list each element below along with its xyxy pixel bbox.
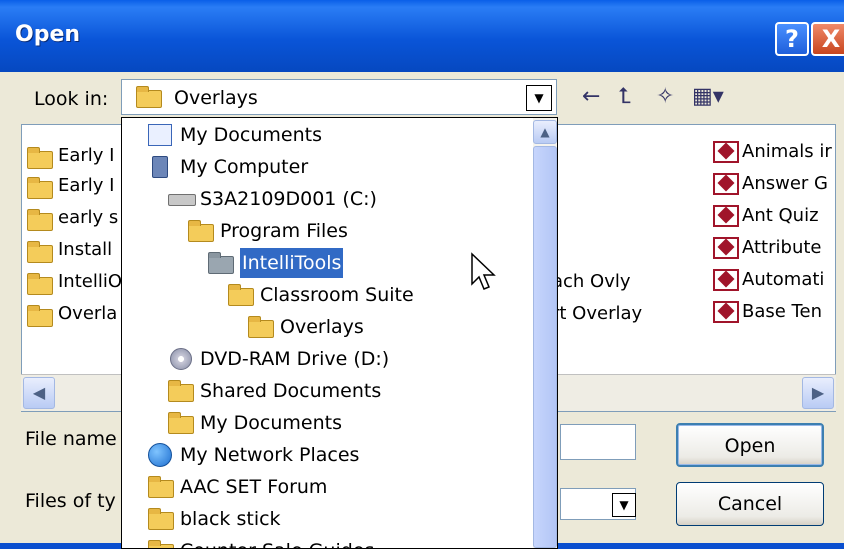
folder-icon — [27, 147, 53, 169]
close-button[interactable]: X — [811, 22, 844, 56]
dropdown-item-label: My Documents — [200, 412, 343, 434]
dropdown-item-label: My Documents — [180, 124, 323, 146]
dropdown-item-label: AAC SET Forum — [180, 476, 328, 498]
look-in-label: Look in: — [34, 88, 109, 110]
scroll-up-button[interactable]: ▲ — [533, 120, 557, 144]
up-folder-icon[interactable]: ⮤ — [618, 84, 631, 109]
list-item[interactable]: Early I — [58, 145, 115, 166]
folder-icon — [27, 241, 53, 263]
new-folder-icon[interactable]: ✧ — [656, 84, 674, 109]
list-item[interactable]: Automati — [742, 269, 824, 290]
list-item[interactable]: Early I — [58, 175, 115, 196]
dropdown-item-label: black stick — [180, 508, 281, 530]
folder-icon — [168, 412, 194, 434]
scroll-thumb[interactable] — [533, 146, 557, 548]
overlay-file-icon — [713, 301, 739, 323]
list-item[interactable]: rt Overlay — [552, 303, 642, 324]
mouse-cursor-icon — [471, 252, 496, 290]
window-title: Open — [15, 22, 81, 47]
list-item[interactable]: Attribute — [742, 237, 821, 258]
list-item[interactable]: Install — [58, 239, 112, 260]
dropdown-scrollbar[interactable]: ▲ — [533, 118, 557, 548]
hard-drive-icon — [168, 194, 196, 206]
list-item[interactable]: ach Ovly — [552, 271, 631, 292]
folder-icon — [27, 209, 53, 231]
dropdown-item-label: My Network Places — [180, 444, 360, 466]
overlay-file-icon — [713, 173, 739, 195]
overlay-file-icon — [713, 237, 739, 259]
folder-icon — [136, 86, 162, 108]
dropdown-item-label: Overlays — [280, 316, 364, 338]
view-menu-icon[interactable]: ▦▾ — [692, 84, 724, 109]
title-bar: Open ? X — [0, 0, 844, 72]
folder-icon — [228, 284, 254, 306]
dropdown-item-label: My Computer — [180, 156, 309, 178]
dropdown-item-label: IntelliTools — [238, 247, 345, 279]
folder-icon — [27, 305, 53, 327]
folder-icon — [248, 316, 274, 338]
list-item[interactable]: early s — [58, 207, 118, 228]
folder-icon — [27, 273, 53, 295]
computer-icon — [152, 156, 168, 178]
overlay-file-icon — [713, 205, 739, 227]
list-item[interactable]: Base Ten — [742, 301, 822, 322]
folder-icon — [148, 508, 174, 530]
folder-icon — [208, 252, 234, 274]
overlay-file-icon — [713, 141, 739, 163]
folder-icon — [27, 177, 53, 199]
folder-icon — [148, 476, 174, 498]
look-in-dropdown-list[interactable]: My Documents My Computer S3A2109D001 (C:… — [121, 117, 558, 549]
folder-icon — [148, 540, 174, 548]
network-icon — [148, 443, 172, 467]
dropdown-item-label: Classroom Suite — [260, 284, 414, 306]
look-in-value: Overlays — [174, 87, 258, 109]
scroll-right-button[interactable]: ▶ — [802, 377, 834, 409]
overlay-file-icon — [713, 269, 739, 291]
files-of-type-label: Files of ty — [25, 490, 116, 512]
look-in-combo[interactable]: Overlays — [121, 79, 557, 115]
look-in-dropdown-arrow[interactable]: ▼ — [526, 85, 552, 111]
list-item[interactable]: Overla — [58, 303, 117, 324]
dropdown-item-label: Counter Sale Guides — [180, 536, 374, 548]
file-name-label: File name — [25, 428, 117, 450]
dropdown-item-label: DVD-RAM Drive (D:) — [200, 348, 390, 370]
list-item[interactable]: IntelliO — [58, 271, 122, 292]
cancel-button[interactable]: Cancel — [676, 482, 824, 526]
my-documents-icon — [148, 124, 172, 146]
files-of-type-dropdown-arrow[interactable]: ▼ — [612, 493, 636, 517]
dropdown-item-label: Program Files — [220, 220, 348, 242]
list-item[interactable]: Animals ir — [742, 141, 832, 162]
folder-icon — [168, 380, 194, 402]
dropdown-item-label: S3A2109D001 (C:) — [200, 188, 377, 210]
back-arrow-icon[interactable]: ← — [582, 84, 600, 109]
help-button[interactable]: ? — [775, 22, 809, 56]
list-item[interactable]: Ant Quiz — [742, 205, 819, 226]
file-name-input[interactable] — [560, 424, 636, 460]
scroll-left-button[interactable]: ◀ — [23, 377, 55, 409]
dropdown-item-label: Shared Documents — [200, 380, 382, 402]
dvd-drive-icon — [170, 348, 192, 370]
open-button[interactable]: Open — [676, 423, 824, 467]
folder-icon — [188, 220, 214, 242]
list-item[interactable]: Answer G — [742, 173, 828, 194]
